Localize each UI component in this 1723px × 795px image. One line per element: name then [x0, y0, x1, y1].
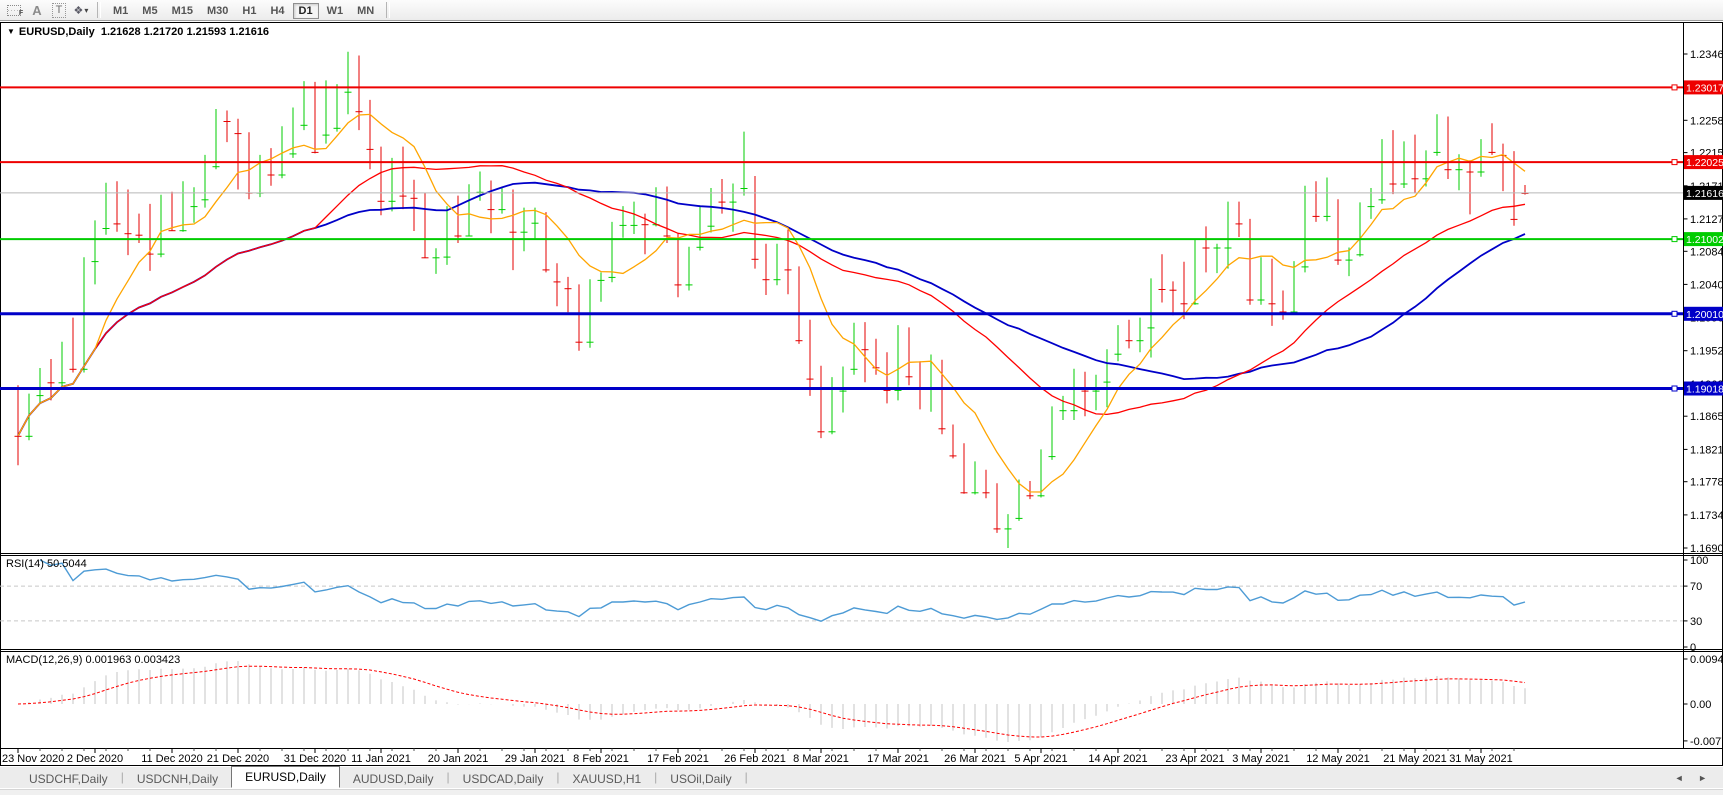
timeframe-group: M1M5M15M30H1H4D1W1MN	[106, 1, 381, 19]
svg-text:1.23460: 1.23460	[1690, 49, 1723, 61]
svg-text:2 Dec 2020: 2 Dec 2020	[67, 753, 123, 765]
svg-text:1.20010: 1.20010	[1686, 309, 1723, 321]
t-glyph: T	[52, 3, 67, 18]
svg-text:21 May 2021: 21 May 2021	[1383, 753, 1447, 765]
svg-text:1.20840: 1.20840	[1690, 246, 1723, 258]
tab-audusd-daily[interactable]: AUDUSD,Daily	[340, 769, 447, 788]
svg-text:14 Apr 2021: 14 Apr 2021	[1088, 753, 1147, 765]
shapes-arrows-icon[interactable]: ❖▾	[71, 1, 91, 19]
svg-text:29 Jan 2021: 29 Jan 2021	[505, 753, 566, 765]
svg-text:1.20400: 1.20400	[1690, 279, 1723, 291]
svg-text:-0.00777: -0.00777	[1690, 736, 1723, 748]
svg-text:1.19520: 1.19520	[1690, 346, 1723, 358]
svg-text:5 Apr 2021: 5 Apr 2021	[1014, 753, 1067, 765]
tab-xauusd-h1[interactable]: XAUUSD,H1	[559, 769, 654, 788]
chart-canvas: 1.234601.230201.225801.221501.217101.212…	[0, 0, 1723, 795]
text-a-icon[interactable]: A	[27, 1, 47, 19]
text-label-icon[interactable]: T	[49, 1, 69, 19]
svg-text:20 Jan 2021: 20 Jan 2021	[428, 753, 489, 765]
shapes-glyph: ❖	[74, 4, 83, 17]
svg-text:1.21270: 1.21270	[1690, 214, 1723, 226]
dropdown-triangle-icon[interactable]: ▼	[7, 27, 15, 36]
svg-text:0: 0	[1690, 642, 1696, 654]
fibonacci-f-label: F	[19, 10, 23, 17]
svg-text:1.23017: 1.23017	[1686, 82, 1723, 94]
svg-text:1.22025: 1.22025	[1686, 157, 1723, 169]
tab-eurusd-daily[interactable]: EURUSD,Daily	[231, 766, 340, 788]
svg-text:1.18650: 1.18650	[1690, 411, 1723, 423]
svg-text:1.17780: 1.17780	[1690, 477, 1723, 489]
svg-text:1.18210: 1.18210	[1690, 444, 1723, 456]
svg-text:12 May 2021: 12 May 2021	[1306, 753, 1370, 765]
timeframe-button-h1[interactable]: H1	[236, 3, 262, 19]
timeframe-button-m5[interactable]: M5	[136, 3, 163, 19]
svg-text:31 Dec 2020: 31 Dec 2020	[284, 753, 346, 765]
toolbar-separator	[97, 2, 101, 18]
svg-text:26 Feb 2021: 26 Feb 2021	[724, 753, 786, 765]
rsi-indicator-label: RSI(14) 50.5044	[6, 558, 87, 570]
svg-text:70: 70	[1690, 581, 1702, 593]
symbol-ohlc-text: EURUSD,Daily 1.21628 1.21720 1.21593 1.2…	[19, 26, 269, 38]
macd-indicator-label: MACD(12,26,9) 0.001963 0.003423	[6, 654, 180, 666]
tab-usdcnh-daily[interactable]: USDCNH,Daily	[124, 769, 231, 788]
timeframe-button-h4[interactable]: H4	[264, 3, 290, 19]
chart-title: ▼ EURUSD,Daily 1.21628 1.21720 1.21593 1.…	[7, 26, 269, 38]
tab-usdcad-daily[interactable]: USDCAD,Daily	[450, 769, 557, 788]
timeframe-button-w1[interactable]: W1	[321, 3, 350, 19]
svg-text:23 Apr 2021: 23 Apr 2021	[1165, 753, 1224, 765]
chart-tab-bar: USDCHF,Daily | USDCNH,DailyEURUSD,DailyAUD…	[0, 767, 1723, 788]
status-strip	[0, 789, 1723, 795]
svg-text:17 Mar 2021: 17 Mar 2021	[867, 753, 929, 765]
svg-text:11 Dec 2020: 11 Dec 2020	[141, 753, 203, 765]
tab-scroll-arrows: ◄ ►	[1675, 773, 1723, 783]
timeframe-button-d1[interactable]: D1	[293, 3, 319, 19]
trading-app: F A T ❖▾ M1M5M15M30H1H4D1W1MN 1.23460 1.2…	[0, 0, 1723, 795]
svg-text:0.009478: 0.009478	[1690, 654, 1723, 666]
svg-text:21 Dec 2020: 21 Dec 2020	[207, 753, 269, 765]
svg-text:1.22580: 1.22580	[1690, 115, 1723, 127]
svg-text:3 May 2021: 3 May 2021	[1232, 753, 1289, 765]
svg-text:11 Jan 2021: 11 Jan 2021	[351, 753, 411, 765]
svg-text:8 Mar 2021: 8 Mar 2021	[793, 753, 849, 765]
svg-text:30: 30	[1690, 616, 1702, 628]
svg-text:31 May 2021: 31 May 2021	[1449, 753, 1513, 765]
svg-text:100: 100	[1690, 555, 1708, 567]
chevron-down-icon[interactable]: ▾	[84, 6, 88, 15]
svg-text:1.21002: 1.21002	[1686, 234, 1723, 246]
tab-separator: |	[745, 770, 748, 784]
tab-usdchf-daily[interactable]: USDCHF,Daily	[16, 769, 121, 788]
toolbar-separator	[386, 2, 390, 18]
timeframe-button-m30[interactable]: M30	[201, 3, 234, 19]
svg-text:23 Nov 2020: 23 Nov 2020	[2, 753, 64, 765]
fibonacci-grid-icon[interactable]: F	[5, 1, 25, 19]
svg-text:8 Feb 2021: 8 Feb 2021	[573, 753, 629, 765]
toolbar: F A T ❖▾ M1M5M15M30H1H4D1W1MN	[0, 0, 1723, 21]
svg-text:0.00: 0.00	[1690, 699, 1711, 711]
svg-text:1.17340: 1.17340	[1690, 510, 1723, 522]
timeframe-button-m1[interactable]: M1	[107, 3, 134, 19]
chart-tabs: USDCHF,Daily | USDCNH,DailyEURUSD,DailyAUD…	[16, 766, 748, 788]
svg-text:17 Feb 2021: 17 Feb 2021	[647, 753, 709, 765]
tab-usoil-daily[interactable]: USOil,Daily	[657, 769, 744, 788]
svg-text:1.19018: 1.19018	[1686, 384, 1723, 396]
timeframe-button-mn[interactable]: MN	[351, 3, 380, 19]
timeframe-button-m15[interactable]: M15	[166, 3, 199, 19]
svg-text:1.21616: 1.21616	[1686, 188, 1723, 200]
svg-text:1.16900: 1.16900	[1690, 543, 1723, 555]
svg-text:26 Mar 2021: 26 Mar 2021	[944, 753, 1006, 765]
